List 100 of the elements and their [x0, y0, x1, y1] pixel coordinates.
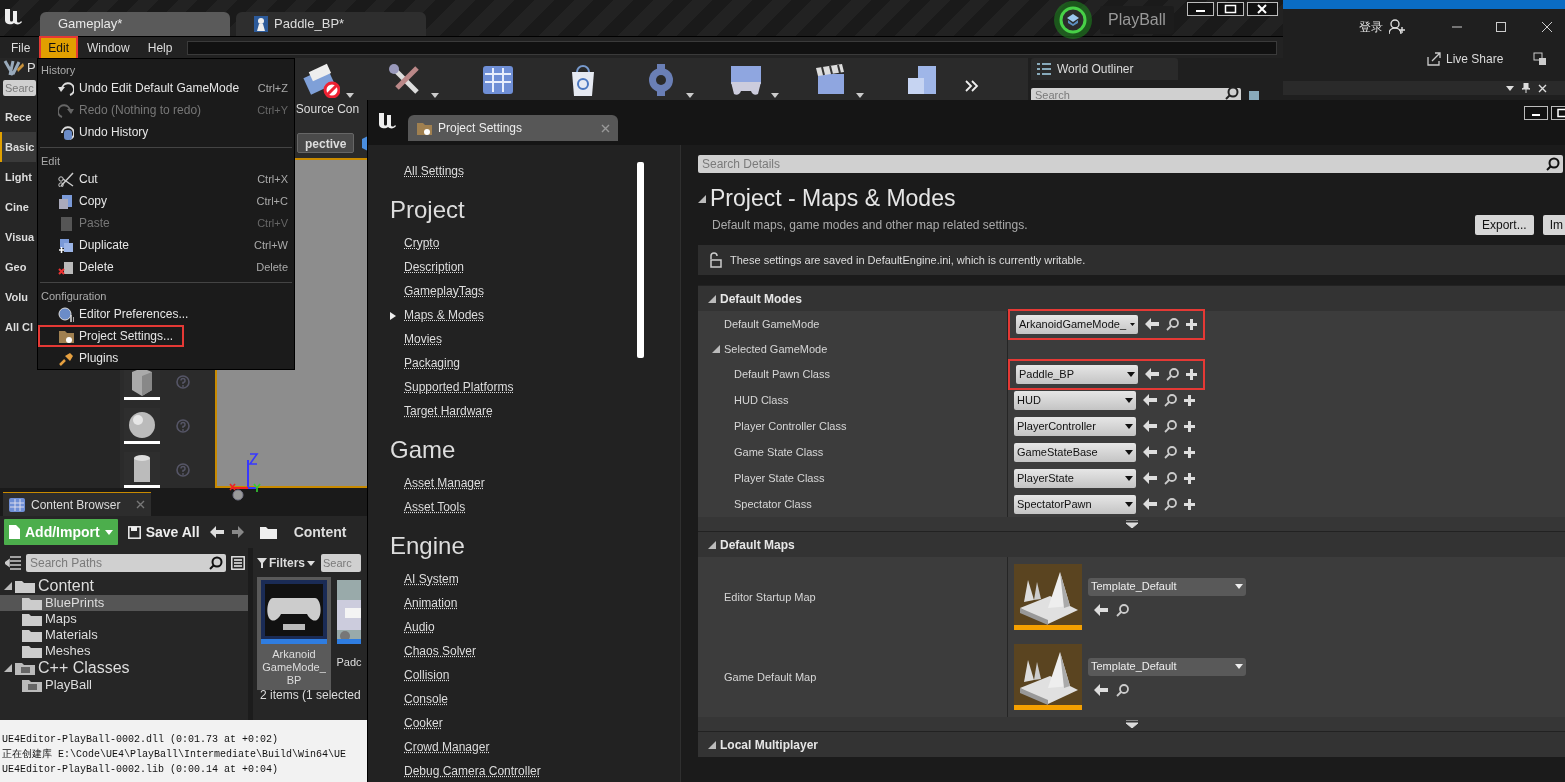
nav-link[interactable]: Crowd Manager — [404, 735, 490, 759]
nav-link[interactable]: Description — [404, 255, 465, 279]
menu-item[interactable]: Editor Preferences... — [38, 303, 294, 325]
export-button[interactable]: Export... — [1474, 215, 1534, 235]
live-share-button[interactable]: Live Share — [1427, 50, 1504, 68]
nav-link[interactable]: Maps & Modes — [390, 303, 485, 327]
caret-icon[interactable] — [1130, 321, 1135, 327]
nav-link[interactable]: Asset Manager — [404, 471, 485, 495]
command-field[interactable] — [187, 40, 1277, 55]
caret-icon[interactable] — [1125, 475, 1133, 481]
tree-item[interactable]: BluePrints — [0, 595, 248, 611]
editor-tab[interactable]: Gameplay* — [40, 12, 230, 36]
caret-icon[interactable] — [1125, 449, 1133, 455]
search-icon[interactable] — [1116, 603, 1129, 617]
sign-in-link[interactable]: 登录 — [1359, 18, 1383, 36]
caret-icon[interactable] — [1235, 584, 1243, 589]
window-tab[interactable]: Project Settings — [408, 115, 618, 141]
arrow-right-icon[interactable] — [231, 526, 244, 538]
menu-item[interactable]: File — [2, 35, 40, 60]
tree-item[interactable]: Meshes — [0, 643, 248, 659]
search-icon[interactable] — [1164, 419, 1177, 433]
pin-icon[interactable] — [1522, 83, 1530, 93]
plus-icon[interactable] — [1184, 472, 1195, 484]
breadcrumb-item[interactable]: Content — [293, 521, 347, 543]
panel-tab[interactable]: World Outliner — [1031, 58, 1178, 80]
nav-link[interactable]: Audio — [404, 615, 435, 639]
nav-link[interactable]: All Settings — [404, 159, 465, 183]
show-advanced-icon[interactable] — [1125, 720, 1138, 728]
nav-link[interactable]: Chaos Solver — [404, 639, 477, 663]
collapse-arrow-icon[interactable] — [708, 740, 716, 749]
nav-link[interactable]: Cooker — [404, 711, 443, 735]
source-control-icon[interactable] — [301, 62, 340, 98]
class-dropdown[interactable]: HUD — [1014, 390, 1136, 410]
caret-icon[interactable] — [770, 93, 779, 98]
menu-item[interactable]: Project Settings... — [38, 325, 184, 347]
panel-tab[interactable]: Content Browser — [3, 492, 151, 516]
maximize-icon[interactable] — [1495, 21, 1507, 33]
arrow-left-icon[interactable] — [209, 526, 224, 538]
menu-item[interactable]: Undo History — [38, 121, 294, 143]
search-icon[interactable] — [1546, 157, 1560, 171]
category-tab[interactable]: Visua — [0, 222, 36, 252]
search-icon[interactable] — [1116, 683, 1129, 697]
plus-icon[interactable] — [1184, 446, 1195, 458]
category-tab[interactable]: Cine — [0, 192, 36, 222]
menu-item[interactable]: Edit — [39, 35, 79, 60]
category-tab[interactable]: Rece — [0, 102, 36, 132]
maximize-icon[interactable] — [1217, 2, 1244, 16]
category-tab[interactable]: Geo — [0, 252, 36, 282]
caret-icon[interactable] — [1125, 501, 1133, 507]
menu-item[interactable]: Plugins — [38, 347, 294, 369]
class-dropdown[interactable]: SpectatorPawn — [1014, 494, 1136, 514]
caret-icon[interactable] — [345, 93, 354, 98]
section-header[interactable]: Local Multiplayer — [698, 731, 1565, 757]
asset-tile[interactable]: Padc — [335, 577, 363, 690]
tree-item[interactable]: C++ Classes — [0, 659, 248, 677]
menu-item[interactable]: Copy Ctrl+C — [38, 190, 294, 212]
category-tab[interactable]: Volu — [0, 282, 36, 312]
save-all-button[interactable]: Save All — [125, 521, 202, 543]
search-icon[interactable] — [1166, 367, 1179, 381]
search-icon[interactable] — [1166, 317, 1179, 331]
collapse-arrow-icon[interactable] — [698, 195, 706, 203]
search-icon[interactable] — [209, 556, 223, 570]
search-icon[interactable] — [1164, 497, 1177, 511]
plus-icon[interactable] — [1184, 498, 1195, 510]
nav-link[interactable]: Target Hardware — [404, 399, 493, 423]
editor-tab[interactable]: Paddle_BP* — [236, 12, 426, 36]
minimize-icon[interactable] — [1187, 2, 1214, 16]
class-dropdown[interactable]: ArkanoidGameMode_ — [1016, 314, 1138, 334]
caret-icon[interactable] — [1127, 371, 1135, 377]
nav-link[interactable]: GameplayTags — [404, 279, 485, 303]
plus-icon[interactable] — [1184, 420, 1195, 432]
arrow-left-icon[interactable] — [1143, 420, 1157, 432]
search-field[interactable]: Search Details — [698, 155, 1563, 173]
search-icon[interactable] — [1164, 445, 1177, 459]
menu-item[interactable]: Help — [138, 35, 182, 60]
plus-icon[interactable] — [1184, 394, 1195, 406]
search-field[interactable]: Searc — [321, 554, 361, 572]
tree-item[interactable]: Materials — [0, 627, 248, 643]
collapse-arrow-icon[interactable] — [4, 664, 12, 672]
nav-link[interactable]: Collision — [404, 663, 450, 687]
nav-link[interactable]: Crypto — [404, 231, 440, 255]
caret-icon[interactable] — [430, 93, 439, 98]
arrow-left-icon[interactable] — [1145, 368, 1159, 380]
class-dropdown[interactable]: PlayerState — [1014, 468, 1136, 488]
arrow-left-icon[interactable] — [1143, 472, 1157, 484]
collapse-arrow-icon[interactable] — [708, 294, 716, 303]
nav-link[interactable]: Asset Tools — [404, 495, 466, 519]
menu-item[interactable]: Cut Ctrl+X — [38, 168, 294, 190]
map-dropdown[interactable]: Template_Default — [1088, 577, 1246, 596]
person-add-icon[interactable] — [1389, 19, 1405, 35]
arrow-left-icon[interactable] — [1094, 603, 1108, 616]
caret-icon[interactable] — [1506, 85, 1514, 91]
search-icon[interactable] — [1225, 86, 1239, 100]
category-tab[interactable]: All Cl — [0, 312, 36, 342]
tree-item[interactable]: Content — [0, 577, 248, 595]
caret-icon[interactable] — [685, 93, 694, 98]
menu-item[interactable]: Undo Edit Default GameMode Ctrl+Z — [38, 77, 294, 99]
arrow-left-icon[interactable] — [1143, 498, 1157, 510]
view-mode-button[interactable]: pective — [297, 133, 355, 153]
search-field[interactable]: Search Paths — [26, 554, 226, 572]
